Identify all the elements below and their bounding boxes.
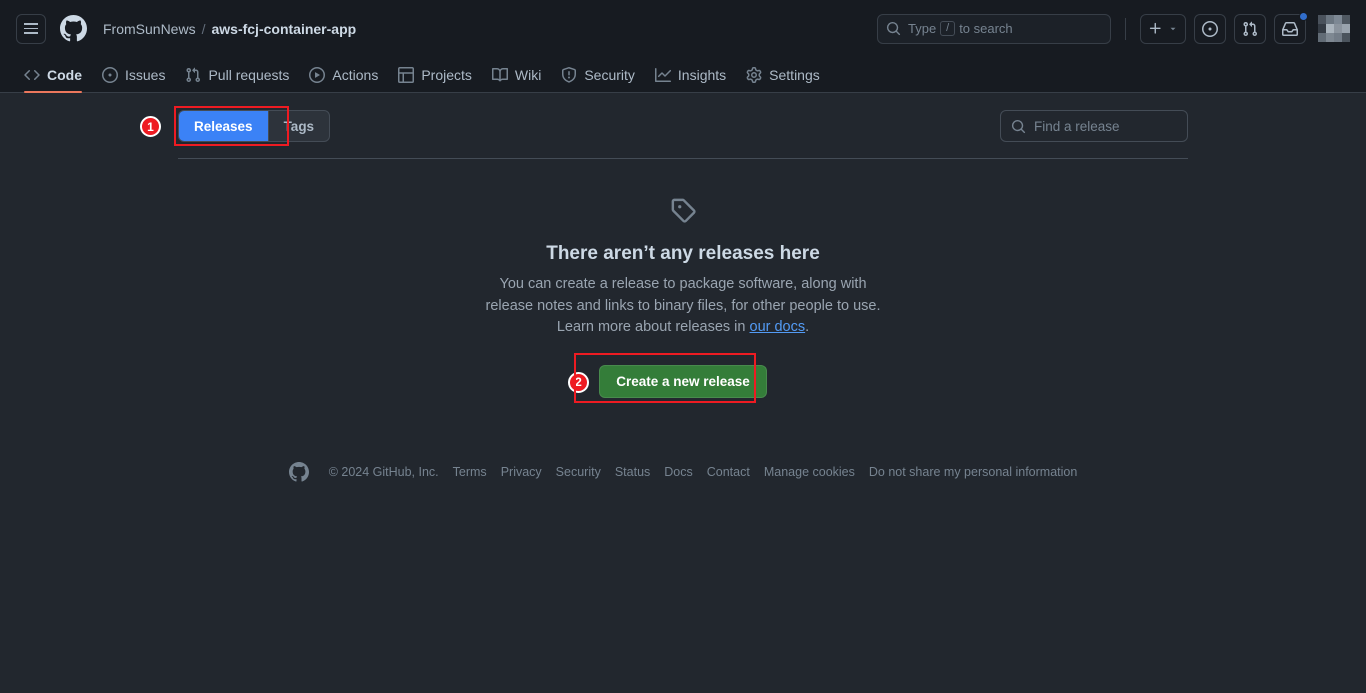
slash-key-hint: / bbox=[940, 21, 956, 36]
breadcrumb: FromSunNews / aws-fcj-container-app bbox=[103, 21, 356, 37]
avatar[interactable] bbox=[1318, 14, 1350, 43]
create-release-area: 2 Create a new release bbox=[178, 352, 1188, 403]
releases-toggle-button[interactable]: Releases bbox=[179, 111, 268, 141]
issue-opened-icon bbox=[1202, 20, 1218, 37]
tab-security[interactable]: Security bbox=[553, 57, 643, 92]
footer-link-do-not-share[interactable]: Do not share my personal information bbox=[869, 465, 1077, 479]
book-icon bbox=[491, 67, 508, 81]
tab-projects[interactable]: Projects bbox=[390, 57, 480, 92]
footer-link-contact[interactable]: Contact bbox=[707, 465, 750, 479]
annotation-badge-1: 1 bbox=[140, 116, 161, 137]
tab-security-label: Security bbox=[584, 66, 635, 83]
search-placeholder-prefix: Type bbox=[908, 21, 937, 36]
tab-actions[interactable]: Actions bbox=[301, 57, 386, 92]
chevron-down-icon bbox=[1170, 27, 1176, 30]
footer-link-docs[interactable]: Docs bbox=[664, 465, 692, 479]
global-search-input[interactable]: Type / to search bbox=[877, 13, 1111, 44]
footer-copyright: © 2024 GitHub, Inc. bbox=[328, 464, 439, 479]
issues-button[interactable] bbox=[1194, 13, 1226, 44]
blankslate-text-before-link: You can create a release to package soft… bbox=[485, 276, 881, 335]
breadcrumb-owner[interactable]: FromSunNews bbox=[103, 21, 196, 37]
footer-link-terms[interactable]: Terms bbox=[453, 465, 487, 479]
page-footer: © 2024 GitHub, Inc. Terms Privacy Securi… bbox=[178, 461, 1188, 482]
tags-toggle-button[interactable]: Tags bbox=[269, 111, 330, 141]
tab-actions-label: Actions bbox=[332, 66, 379, 83]
plus-icon bbox=[1149, 22, 1161, 34]
tab-insights[interactable]: Insights bbox=[647, 57, 734, 92]
annotation-badge-2-number: 2 bbox=[575, 375, 582, 389]
tab-pull-requests[interactable]: Pull requests bbox=[177, 57, 297, 92]
gear-icon bbox=[746, 66, 762, 83]
tab-wiki[interactable]: Wiki bbox=[484, 57, 549, 92]
play-icon bbox=[309, 66, 326, 83]
tab-code-label: Code bbox=[47, 66, 82, 83]
tab-issues[interactable]: Issues bbox=[94, 57, 173, 92]
our-docs-link[interactable]: our docs bbox=[750, 319, 806, 335]
github-mark-icon bbox=[288, 461, 309, 482]
repository-nav: Code Issues Pull requests Actions Projec… bbox=[0, 57, 1366, 93]
tab-projects-label: Projects bbox=[421, 66, 472, 83]
footer-link-manage-cookies[interactable]: Manage cookies bbox=[764, 465, 855, 479]
footer-link-privacy[interactable]: Privacy bbox=[501, 465, 542, 479]
breadcrumb-separator: / bbox=[201, 20, 206, 37]
search-placeholder-suffix: to search bbox=[959, 21, 1013, 36]
shield-icon bbox=[562, 66, 577, 83]
annotation-badge-1-number: 1 bbox=[147, 119, 154, 134]
blankslate-text-after-link: . bbox=[805, 319, 810, 335]
github-logo-icon[interactable] bbox=[60, 15, 87, 42]
footer-link-status[interactable]: Status bbox=[615, 465, 650, 479]
notification-indicator-dot bbox=[1299, 11, 1308, 21]
create-a-new-release-button[interactable]: Create a new release bbox=[599, 364, 767, 398]
hamburger-menu-icon[interactable] bbox=[16, 13, 46, 44]
global-search-placeholder: Type / to search bbox=[908, 21, 1013, 36]
tab-pull-requests-label: Pull requests bbox=[208, 66, 290, 83]
annotation-badge-2: 2 bbox=[568, 371, 589, 393]
tab-issues-label: Issues bbox=[125, 66, 166, 83]
tab-code[interactable]: Code bbox=[16, 57, 90, 93]
releases-tags-toggle: Releases Tags bbox=[178, 110, 331, 142]
git-pull-request-icon bbox=[186, 67, 201, 82]
main-content: 1 Releases Tags Find a release There are… bbox=[0, 93, 1366, 482]
code-icon bbox=[24, 69, 40, 80]
tab-settings[interactable]: Settings bbox=[738, 57, 828, 92]
tab-settings-label: Settings bbox=[769, 66, 820, 83]
graph-icon bbox=[654, 67, 671, 82]
blankslate-description: You can create a release to package soft… bbox=[474, 274, 892, 339]
tab-wiki-label: Wiki bbox=[514, 66, 542, 83]
create-new-button[interactable] bbox=[1140, 13, 1186, 44]
inbox-icon bbox=[1282, 21, 1298, 36]
issue-opened-icon bbox=[102, 66, 118, 83]
tab-insights-label: Insights bbox=[677, 66, 727, 83]
breadcrumb-repo[interactable]: aws-fcj-container-app bbox=[211, 21, 356, 37]
global-header: FromSunNews / aws-fcj-container-app Type… bbox=[0, 0, 1366, 57]
pull-requests-button[interactable] bbox=[1234, 13, 1266, 44]
tag-icon bbox=[671, 198, 696, 223]
blankslate-heading: There aren’t any releases here bbox=[546, 243, 820, 264]
find-release-input[interactable]: Find a release bbox=[1000, 110, 1188, 142]
table-icon bbox=[398, 66, 415, 83]
find-release-placeholder: Find a release bbox=[1034, 118, 1120, 134]
releases-toolbar: 1 Releases Tags Find a release bbox=[140, 106, 1188, 146]
notifications-inbox-button[interactable] bbox=[1274, 11, 1308, 44]
header-divider bbox=[1125, 17, 1126, 40]
search-icon bbox=[886, 21, 901, 36]
search-icon bbox=[1011, 119, 1026, 133]
git-pull-request-icon bbox=[1243, 21, 1258, 36]
empty-releases-blankslate: There aren’t any releases here You can c… bbox=[178, 159, 1188, 403]
footer-link-security[interactable]: Security bbox=[556, 465, 601, 479]
header-actions: Type / to search bbox=[877, 11, 1350, 44]
